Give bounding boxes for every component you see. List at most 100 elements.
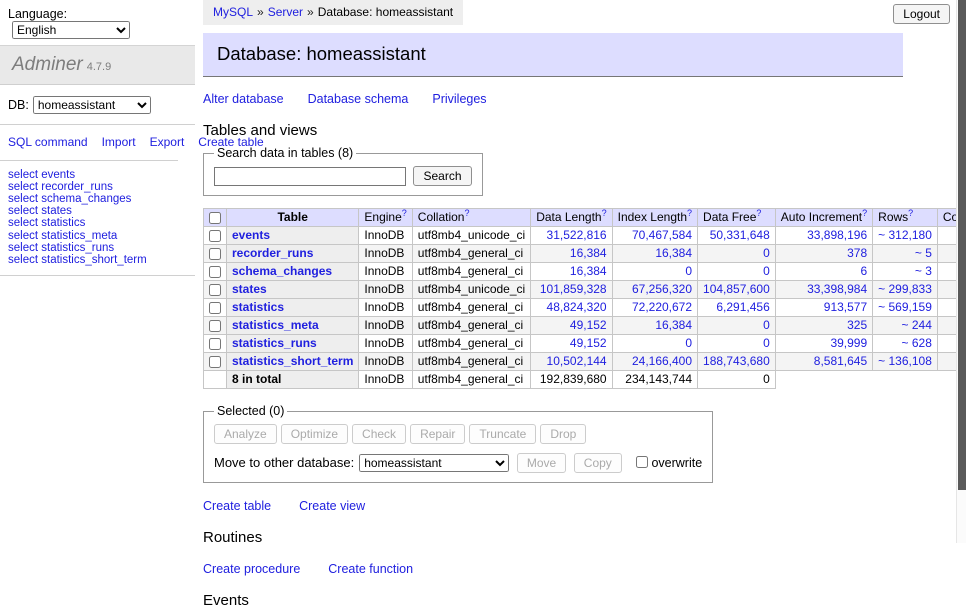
rows-value-link[interactable]: ~ 136,108 [878, 354, 932, 368]
index_length-value-link[interactable]: 72,220,672 [632, 300, 692, 314]
column-hint-link[interactable]: ? [862, 208, 867, 218]
data_length-value-link[interactable]: 16,384 [570, 246, 607, 260]
row-checkbox[interactable] [209, 320, 221, 332]
index_length-value-link[interactable]: 16,384 [655, 246, 692, 260]
row-checkbox[interactable] [209, 230, 221, 242]
adminer-version[interactable]: 4.7.9 [87, 61, 111, 73]
index_length-value-link[interactable]: 24,166,400 [632, 354, 692, 368]
repair-button[interactable]: Repair [410, 424, 465, 444]
auto_increment-value-link[interactable]: 325 [847, 318, 867, 332]
select-table-link[interactable]: select [8, 205, 38, 217]
select-table-link[interactable]: select [8, 254, 38, 266]
row-checkbox[interactable] [209, 356, 221, 368]
create-table-link[interactable]: Create table [203, 499, 271, 513]
data_free-value-link[interactable]: 0 [763, 264, 770, 278]
row-checkbox[interactable] [209, 284, 221, 296]
sidebar-table-name-link[interactable]: statistics [41, 217, 85, 229]
table-name-link[interactable]: statistics_meta [232, 318, 319, 332]
drop-button[interactable]: Drop [540, 424, 586, 444]
rows-value-link[interactable]: ~ 628 [902, 336, 932, 350]
import-link[interactable]: Import [102, 135, 136, 149]
create-function-link[interactable]: Create function [328, 562, 413, 576]
sql-command-link[interactable]: SQL command [8, 135, 88, 149]
column-hint-link[interactable]: ? [908, 208, 913, 218]
privileges-link[interactable]: Privileges [432, 92, 486, 106]
data_free-value-link[interactable]: 0 [763, 318, 770, 332]
rows-value-link[interactable]: ~ 3 [915, 264, 932, 278]
select-table-link[interactable]: select [8, 193, 38, 205]
scrollbar-thumb[interactable] [958, 0, 966, 490]
table-name-link[interactable]: statistics_runs [232, 336, 317, 350]
sidebar-table-name-link[interactable]: recorder_runs [41, 181, 113, 193]
data_length-value-link[interactable]: 16,384 [570, 264, 607, 278]
create-view-link[interactable]: Create view [299, 499, 365, 513]
optimize-button[interactable]: Optimize [281, 424, 348, 444]
auto_increment-value-link[interactable]: 8,581,645 [814, 354, 867, 368]
column-hint-link[interactable]: ? [756, 208, 761, 218]
column-hint-link[interactable]: ? [402, 208, 407, 218]
data_length-value-link[interactable]: 49,152 [570, 318, 607, 332]
auto_increment-value-link[interactable]: 378 [847, 246, 867, 260]
data_length-value-link[interactable]: 10,502,144 [547, 354, 607, 368]
breadcrumb-server-link[interactable]: Server [268, 5, 303, 19]
row-checkbox[interactable] [209, 248, 221, 260]
sidebar-table-name-link[interactable]: statistics_runs [41, 242, 114, 254]
select-table-link[interactable]: select [8, 230, 38, 242]
sidebar-table-name-link[interactable]: states [41, 205, 72, 217]
select-table-link[interactable]: select [8, 181, 38, 193]
logout-button[interactable]: Logout [893, 4, 950, 24]
truncate-button[interactable]: Truncate [469, 424, 536, 444]
data_free-value-link[interactable]: 6,291,456 [716, 300, 769, 314]
data_free-value-link[interactable]: 50,331,648 [710, 228, 770, 242]
rows-value-link[interactable]: ~ 5 [915, 246, 932, 260]
data_free-value-link[interactable]: 188,743,680 [703, 354, 770, 368]
rows-value-link[interactable]: ~ 569,159 [878, 300, 932, 314]
data_free-value-link[interactable]: 0 [763, 336, 770, 350]
vertical-scrollbar[interactable] [956, 0, 966, 543]
column-hint-link[interactable]: ? [464, 208, 469, 218]
rows-value-link[interactable]: ~ 244 [902, 318, 932, 332]
index_length-value-link[interactable]: 0 [685, 264, 692, 278]
rows-value-link[interactable]: ~ 299,833 [878, 282, 932, 296]
export-link[interactable]: Export [150, 135, 185, 149]
overwrite-checkbox[interactable] [636, 456, 648, 468]
alter-database-link[interactable]: Alter database [203, 92, 284, 106]
table-name-link[interactable]: states [232, 282, 267, 296]
search-input[interactable] [214, 167, 406, 186]
auto_increment-value-link[interactable]: 33,398,984 [807, 282, 867, 296]
index_length-value-link[interactable]: 0 [685, 336, 692, 350]
data_length-value-link[interactable]: 49,152 [570, 336, 607, 350]
database-schema-link[interactable]: Database schema [308, 92, 409, 106]
row-checkbox[interactable] [209, 338, 221, 350]
select-table-link[interactable]: select [8, 217, 38, 229]
check-button[interactable]: Check [352, 424, 406, 444]
language-select[interactable]: English [12, 21, 130, 39]
select-table-link[interactable]: select [8, 242, 38, 254]
move-button[interactable]: Move [517, 453, 566, 473]
auto_increment-value-link[interactable]: 33,898,196 [807, 228, 867, 242]
data_length-value-link[interactable]: 101,859,328 [540, 282, 607, 296]
data_free-value-link[interactable]: 104,857,600 [703, 282, 770, 296]
auto_increment-value-link[interactable]: 6 [860, 264, 867, 278]
create-procedure-link[interactable]: Create procedure [203, 562, 300, 576]
breadcrumb-mysql-link[interactable]: MySQL [213, 5, 253, 19]
auto_increment-value-link[interactable]: 913,577 [824, 300, 867, 314]
index_length-value-link[interactable]: 70,467,584 [632, 228, 692, 242]
select-table-link[interactable]: select [8, 169, 38, 181]
data_length-value-link[interactable]: 48,824,320 [547, 300, 607, 314]
sidebar-table-name-link[interactable]: statistics_short_term [41, 254, 146, 266]
data_length-value-link[interactable]: 31,522,816 [547, 228, 607, 242]
auto_increment-value-link[interactable]: 39,999 [830, 336, 867, 350]
copy-button[interactable]: Copy [574, 453, 622, 473]
rows-value-link[interactable]: ~ 312,180 [878, 228, 932, 242]
table-name-link[interactable]: events [232, 228, 270, 242]
column-hint-link[interactable]: ? [602, 208, 607, 218]
move-db-select[interactable]: homeassistant [359, 454, 509, 472]
search-button[interactable]: Search [413, 166, 471, 186]
row-checkbox[interactable] [209, 266, 221, 278]
table-name-link[interactable]: statistics [232, 300, 284, 314]
select-all-checkbox[interactable] [209, 212, 221, 224]
table-name-link[interactable]: statistics_short_term [232, 354, 353, 368]
data_free-value-link[interactable]: 0 [763, 246, 770, 260]
sidebar-table-name-link[interactable]: schema_changes [41, 193, 131, 205]
